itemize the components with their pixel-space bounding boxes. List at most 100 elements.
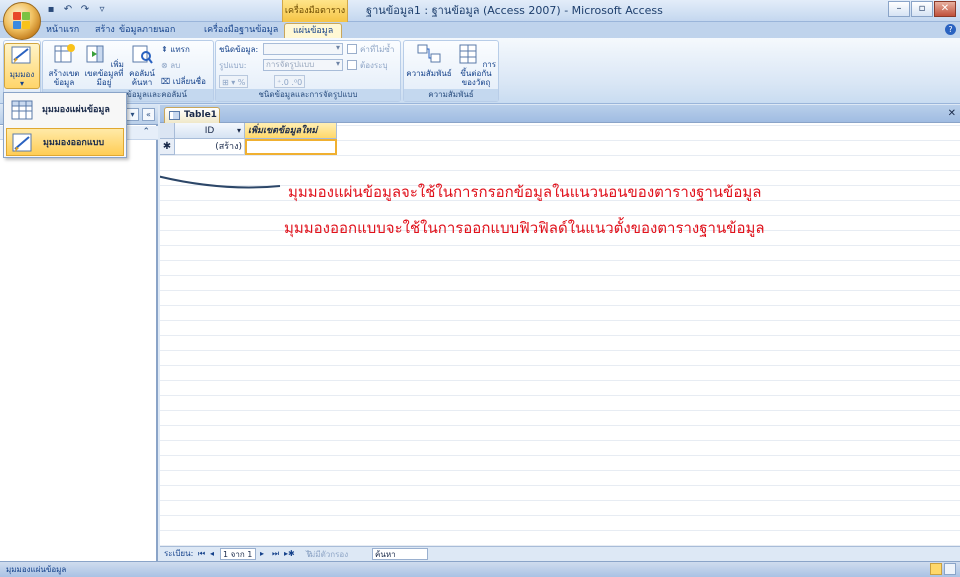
tab-database-tools[interactable]: เครื่องมือฐานข้อมูล [204,23,278,38]
currency-percent-button[interactable]: ⊞ ▾ % [219,75,249,88]
lookup-column-icon [132,45,153,64]
tab-table1[interactable]: Table1 [164,107,220,123]
format-label: รูปแบบ: [219,61,247,70]
tab-home[interactable]: หน้าแรก [46,23,79,38]
view-shortcuts [930,563,956,575]
lookup-column-button[interactable]: คอลัมน์ค้นหา [125,43,159,89]
lookup-column-label: คอลัมน์ค้นหา [129,69,155,87]
ribbon-tabs: หน้าแรก สร้าง ข้อมูลภายนอก เครื่องมือฐาน… [0,22,960,38]
record-navigator: ระเบียน: ⏮ ◂ 1 จาก 1 ▸ ⏭ ▸✱ ⊽ ไม่มีตัวกร… [160,546,960,561]
unique-checkbox[interactable] [347,44,357,54]
cell-add-new-field[interactable] [245,139,337,155]
decimal-buttons[interactable]: ⁺.0 .⁰0 [274,75,306,88]
redo-icon[interactable]: ↷ [78,3,92,17]
add-existing-fields-button[interactable]: เพิ่มเขตข้อมูลที่มีอยู่ [83,43,125,89]
data-type-label: ชนิดข้อมูล: [219,45,259,54]
tab-external-data[interactable]: ข้อมูลภายนอก [119,23,175,38]
nav-collapse-icon[interactable]: « [142,108,155,121]
new-field-icon [54,44,75,63]
view-button[interactable]: มุมมอง ▾ [4,43,40,89]
cell-id-new[interactable]: (สร้าง) [175,139,245,155]
object-dependencies-icon [459,44,477,64]
table-tab-label: Table1 [184,110,217,120]
rename-icon: ⌧ [161,77,171,86]
nav-group-collapse-icon[interactable]: ⌃ [142,127,150,137]
design-view-label: มุมมองออกแบบ [43,138,105,148]
rename-button[interactable]: ⌧ เปลี่ยนชื่อ [161,75,206,88]
required-checkbox[interactable] [347,60,357,70]
quick-access-toolbar: ▪ ↶ ↷ ▿ [44,3,109,17]
column-header-id-label: ID [204,126,215,136]
first-record-icon[interactable]: ⏮ [198,548,205,560]
close-document-icon[interactable]: ✕ [948,108,956,119]
datasheet-grid: ID ▾ เพิ่มเขตข้อมูลใหม่ ✱ (สร้าง) มุมมอง… [160,123,960,546]
insert-icon: ⇞ [161,45,168,54]
data-type-formatting-group-name: ชนิดข้อมูลและการจัดรูปแบบ [216,89,400,101]
next-record-icon[interactable]: ▸ [260,548,264,560]
object-dependencies-button[interactable]: การขึ้นต่อกันของวัตถุ [454,43,498,89]
office-logo-icon [13,12,31,30]
status-bar: มุมมองแผ่นข้อมูล [0,561,960,577]
datasheet-view-icon [11,100,33,120]
datasheet-view-item[interactable]: มุมมองแผ่นข้อมูล [6,96,124,124]
rename-label: เปลี่ยนชื่อ [172,77,206,86]
delete-button[interactable]: ⊗ ลบ [161,59,180,72]
previous-record-icon[interactable]: ◂ [210,548,214,560]
ribbon: มุมมอง ▾ สร้างเขตข้อมูล เพิ่มเขตข้อมูลที่… [0,38,960,104]
tab-create[interactable]: สร้าง [95,23,115,38]
save-icon[interactable]: ▪ [44,3,58,17]
relationships-button[interactable]: ความสัมพันธ์ [406,43,452,89]
no-filter-label: ไม่มีตัวกรอง [306,550,349,559]
column-header-add-new-field[interactable]: เพิ่มเขตข้อมูลใหม่ [245,123,337,139]
nav-menu-chevron-icon[interactable]: ▾ [126,108,139,121]
column-header-id[interactable]: ID ▾ [175,123,245,139]
window-title: ฐานข้อมูล1 : ฐานข้อมูล (Access 2007) - M… [366,4,663,17]
undo-icon[interactable]: ↶ [61,3,75,17]
close-button[interactable]: ✕ [934,1,956,17]
datasheet-view-label: มุมมองแผ่นข้อมูล [42,105,110,115]
datasheet-view-shortcut-icon[interactable] [930,563,942,575]
document-tab-bar: Table1 ✕ [160,105,960,123]
help-icon[interactable]: ? [945,24,956,35]
new-record-selector[interactable]: ✱ [160,139,175,155]
format-select[interactable]: การจัดรูปแบบ [263,59,343,71]
record-position-field[interactable]: 1 จาก 1 [220,548,256,560]
delete-label: ลบ [170,61,181,70]
design-view-icon [11,46,31,64]
insert-label: แทรก [170,45,190,54]
format-select-value: การจัดรูปแบบ [266,60,315,69]
annotation-design-view: มุมมองออกแบบจะใช้ในการออกแบบฟิวฟิลด์ในแน… [284,219,765,237]
new-record-icon[interactable]: ▸✱ [284,548,295,560]
select-all-cell[interactable] [160,123,175,139]
maximize-button[interactable]: ▫ [911,1,933,17]
design-view-icon [12,133,32,152]
customize-qat-icon[interactable]: ▿ [95,3,109,17]
design-view-shortcut-icon[interactable] [944,563,956,575]
context-tab-title: เครื่องมือตาราง [282,0,348,22]
window-controls: – ▫ ✕ [888,1,956,17]
record-nav-label: ระเบียน: [164,549,194,558]
required-label: ต้องระบุ [360,61,388,70]
relationships-group-name: ความสัมพันธ์ [404,89,498,101]
view-button-label: มุมมอง [9,70,35,79]
minimize-button[interactable]: – [888,1,910,17]
search-input[interactable]: ค้นหา [372,548,428,560]
annotation-datasheet-view: มุมมองแผ่นข้อมูลจะใช้ในการกรอกข้อมูลในแน… [288,183,762,201]
data-type-formatting-group: ชนิดข้อมูล: ค่าที่ไม่ซ้ำ รูปแบบ: การจัดร… [215,40,401,102]
new-field-label: สร้างเขตข้อมูล [48,69,80,87]
column-dropdown-icon[interactable]: ▾ [237,123,241,139]
table-icon [169,111,180,120]
title-bar: ▪ ↶ ↷ ▿ เครื่องมือตาราง ฐานข้อมูล1 : ฐาน… [0,0,960,22]
data-type-select[interactable] [263,43,343,55]
insert-button[interactable]: ⇞ แทรก [161,43,190,56]
view-dropdown-menu: มุมมองแผ่นข้อมูล มุมมองออกแบบ [3,92,127,158]
last-record-icon[interactable]: ⏭ [272,548,279,560]
office-button[interactable] [3,2,41,40]
relationships-label: ความสัมพันธ์ [406,69,452,78]
relationships-group: ความสัมพันธ์ การขึ้นต่อกันของวัตถุ ความส… [403,40,499,102]
design-view-item[interactable]: มุมมองออกแบบ [6,128,124,156]
tab-datasheet[interactable]: แผ่นข้อมูล [284,23,343,38]
unique-label: ค่าที่ไม่ซ้ำ [360,45,395,54]
new-field-button[interactable]: สร้างเขตข้อมูล [45,43,83,89]
status-text: มุมมองแผ่นข้อมูล [6,565,67,574]
